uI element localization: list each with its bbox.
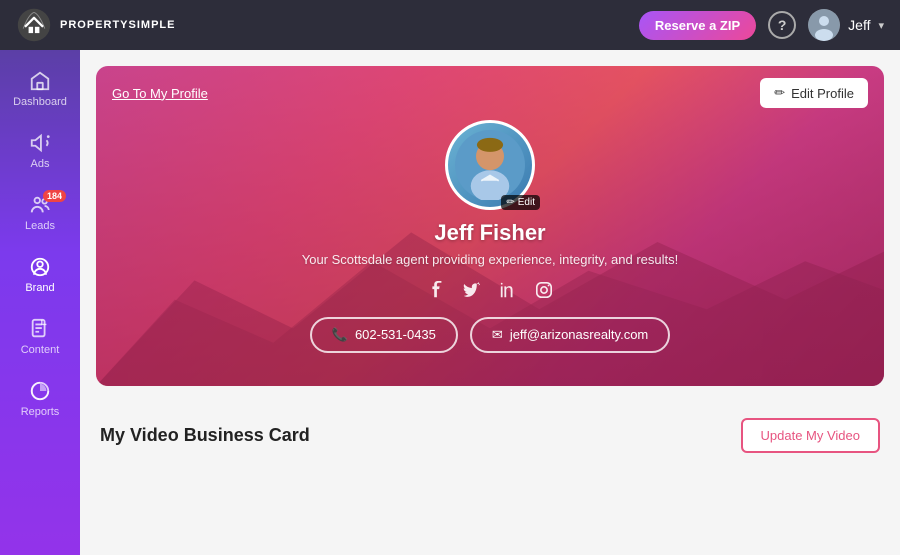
profile-name: Jeff Fisher [434,220,545,246]
main-layout: Dashboard Ads 184 Leads [0,50,900,555]
email-address: jeff@arizonasrealty.com [510,327,648,342]
sidebar-label-content: Content [21,344,60,356]
sidebar-item-dashboard[interactable]: Dashboard [0,58,80,120]
content-area: Go To My Profile ✏ Edit Profile [80,50,900,555]
sidebar-item-ads[interactable]: Ads [0,120,80,182]
profile-avatar-wrapper: ✏ Edit [445,120,535,210]
megaphone-icon [29,132,51,154]
video-card-header: My Video Business Card Update My Video [100,418,880,453]
update-video-button[interactable]: Update My Video [741,418,881,453]
facebook-icon[interactable] [425,279,447,301]
sidebar-item-reports[interactable]: Reports [0,368,80,430]
chart-icon [29,380,51,402]
hero-content: ✏ Edit Jeff Fisher Your Scottsdale agent… [96,66,884,386]
document-icon [29,318,51,340]
help-icon: ? [778,17,787,33]
logo-text: PROPERTYSIMPLE [60,19,175,31]
profile-hero-card: Go To My Profile ✏ Edit Profile [96,66,884,386]
avatar-edit-badge[interactable]: ✏ Edit [501,195,540,210]
sidebar-item-leads[interactable]: 184 Leads [0,182,80,244]
user-circle-icon [29,256,51,278]
video-card-title: My Video Business Card [100,425,310,446]
social-icons [425,279,555,301]
help-button[interactable]: ? [768,11,796,39]
top-navigation: PROPERTYSIMPLE Reserve a ZIP ? Jeff ▾ [0,0,900,50]
video-section: My Video Business Card Update My Video [80,402,900,469]
sidebar-item-brand[interactable]: Brand [0,244,80,306]
sidebar-item-content[interactable]: Content [0,306,80,368]
sidebar-label-reports: Reports [21,406,60,418]
reserve-zip-button[interactable]: Reserve a ZIP [639,11,756,40]
instagram-icon[interactable] [533,279,555,301]
twitter-icon[interactable] [461,279,483,301]
email-icon: ✉ [492,327,503,343]
user-name-label: Jeff [848,17,870,33]
user-avatar [808,9,840,41]
sidebar: Dashboard Ads 184 Leads [0,50,80,555]
sidebar-label-leads: Leads [25,220,55,232]
pencil-icon: ✏ [506,197,514,208]
sidebar-label-brand: Brand [25,282,54,294]
leads-badge: 184 [43,190,66,202]
home-icon [29,70,51,92]
phone-button[interactable]: 📞 602-531-0435 [310,317,458,353]
sidebar-label-dashboard: Dashboard [13,96,67,108]
email-button[interactable]: ✉ jeff@arizonasrealty.com [470,317,670,353]
linkedin-icon[interactable] [497,279,519,301]
sidebar-label-ads: Ads [31,158,50,170]
contact-buttons: 📞 602-531-0435 ✉ jeff@arizonasrealty.com [310,317,671,353]
user-menu[interactable]: Jeff ▾ [808,9,884,41]
profile-photo [455,130,525,200]
phone-icon: 📞 [332,327,348,343]
avatar-edit-label: Edit [518,197,535,208]
chevron-down-icon: ▾ [878,19,884,32]
phone-number: 602-531-0435 [355,327,436,342]
logo: PROPERTYSIMPLE [16,7,175,43]
topnav-right: Reserve a ZIP ? Jeff ▾ [639,9,884,41]
profile-tagline: Your Scottsdale agent providing experien… [302,252,679,267]
